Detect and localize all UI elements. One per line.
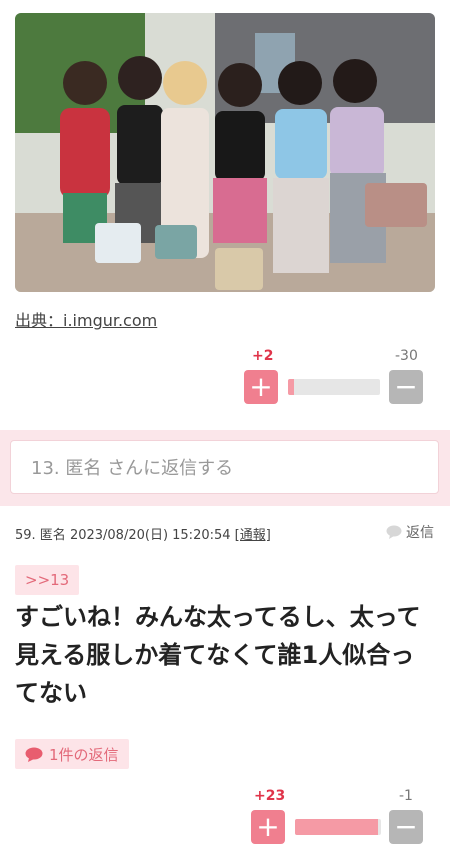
vote-bar (288, 379, 380, 395)
speech-bubble-icon (386, 525, 402, 539)
vote-row-comment: +23 -1 + − (0, 788, 450, 848)
minus-button[interactable]: − (389, 370, 423, 404)
comment-text: すごいね！みんな太ってるし、太って見える服しか着てなくて誰1人似合ってない (15, 603, 421, 707)
plus-button[interactable]: + (244, 370, 278, 404)
minus-count: -30 (395, 348, 418, 364)
post-image[interactable] (15, 13, 435, 292)
minus-count: -1 (399, 788, 413, 804)
speech-bubble-icon (25, 747, 43, 762)
vote-row-top: +2 -30 + − (0, 348, 450, 408)
vote-bar-fill (295, 819, 378, 835)
source-link[interactable]: 出典：i.imgur.com (15, 307, 157, 331)
reply-input[interactable]: 13. 匿名 さんに返信する (10, 440, 439, 494)
vote-bar (295, 819, 381, 835)
report-link[interactable]: [通報] (235, 528, 271, 543)
minus-icon: − (394, 810, 418, 843)
minus-icon: − (394, 370, 418, 403)
comment-header: 59. 匿名 2023/08/20(日) 15:20:54 (15, 528, 231, 543)
plus-button[interactable]: + (251, 810, 285, 844)
plus-icon: + (256, 810, 280, 843)
vote-bar-fill (288, 379, 294, 395)
minus-button[interactable]: − (389, 810, 423, 844)
plus-count: +2 (252, 348, 274, 364)
comment-meta: 59. 匿名 2023/08/20(日) 15:20:54 [通報] (15, 524, 271, 543)
reply-button[interactable]: 返信 (386, 522, 434, 542)
reply-label: 返信 (406, 525, 434, 541)
reply-count-button[interactable]: 1件の返信 (15, 739, 129, 769)
plus-icon: + (249, 370, 273, 403)
anchor-link[interactable]: >>13 (15, 565, 80, 595)
plus-count: +23 (254, 788, 286, 804)
reply-count-label: 1件の返信 (49, 745, 119, 764)
